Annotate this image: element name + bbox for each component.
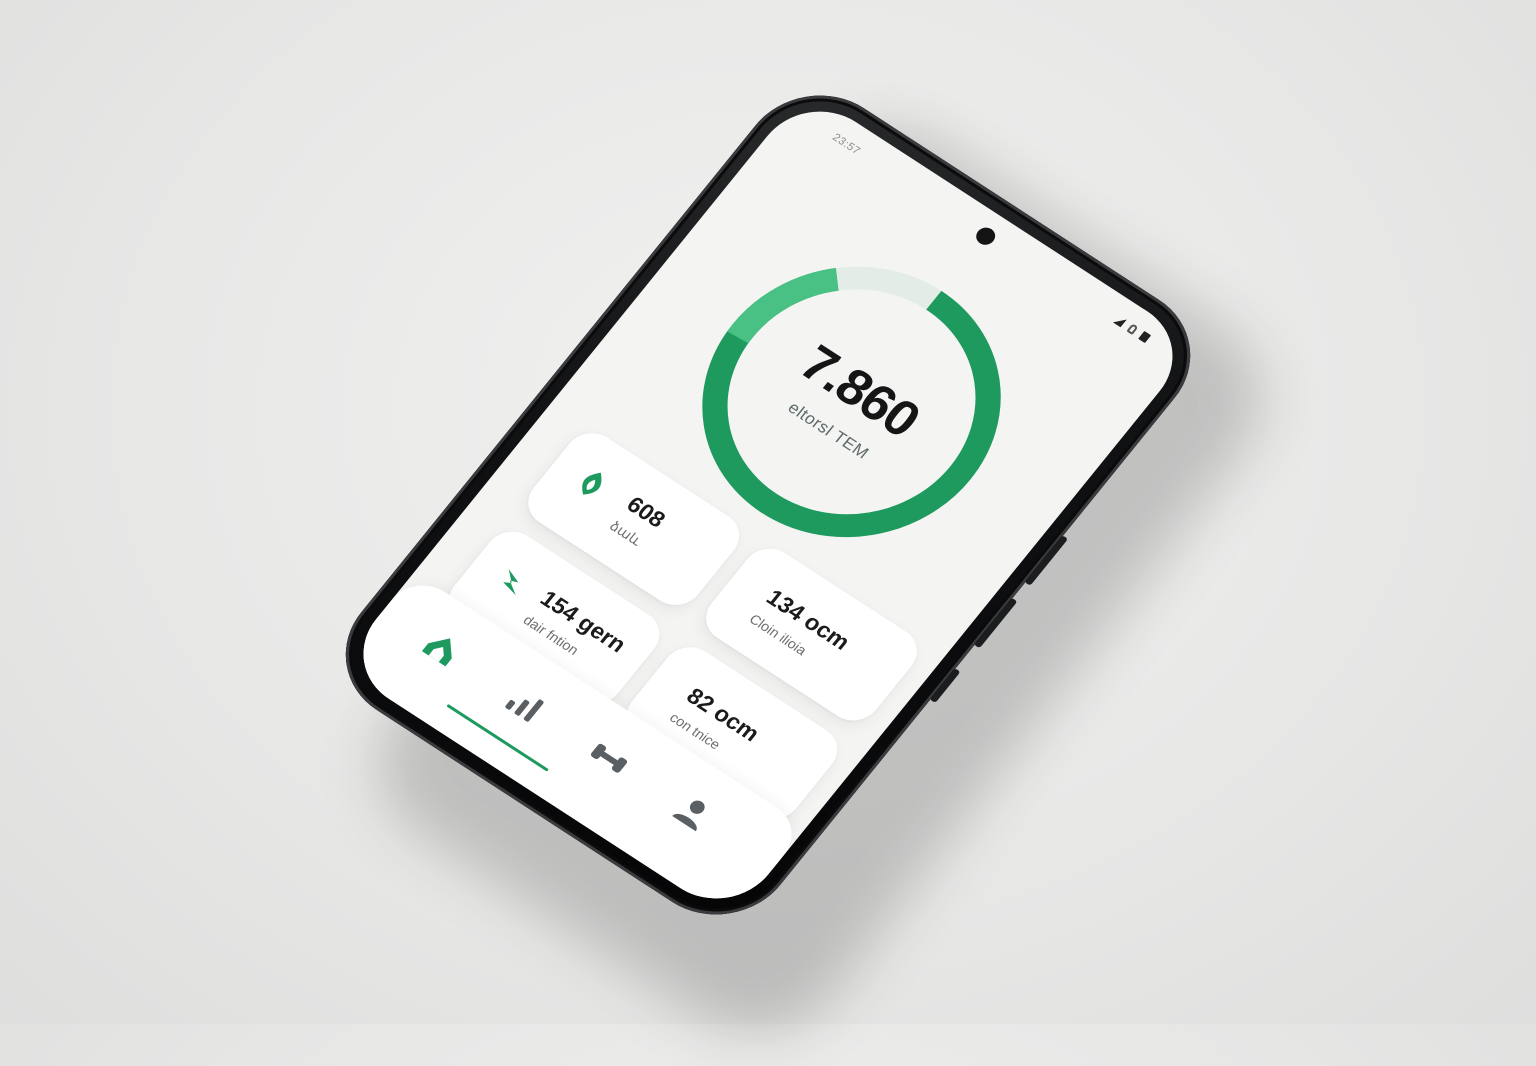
- nav-home[interactable]: [412, 623, 471, 676]
- card-value: 154 gern: [535, 585, 632, 658]
- battery-icon: [1138, 330, 1152, 344]
- scene: 23:57 7.860 eltorsl TEM 608 ձաև 134 ocm …: [0, 0, 1536, 1066]
- chart-icon: [505, 699, 544, 722]
- nav-profile[interactable]: [663, 786, 722, 839]
- wifi-icon: [1126, 323, 1139, 335]
- home-icon: [421, 638, 452, 667]
- status-icons: [1112, 314, 1152, 344]
- front-camera: [972, 224, 999, 249]
- bolt-icon: [503, 569, 519, 596]
- leaf-icon: [582, 472, 602, 495]
- signal-icon: [1112, 314, 1127, 328]
- status-time: 23:57: [829, 131, 863, 158]
- profile-icon: [672, 800, 705, 832]
- dumbbell-icon: [590, 743, 628, 773]
- nav-stats[interactable]: [496, 677, 555, 730]
- nav-workouts[interactable]: [580, 732, 639, 785]
